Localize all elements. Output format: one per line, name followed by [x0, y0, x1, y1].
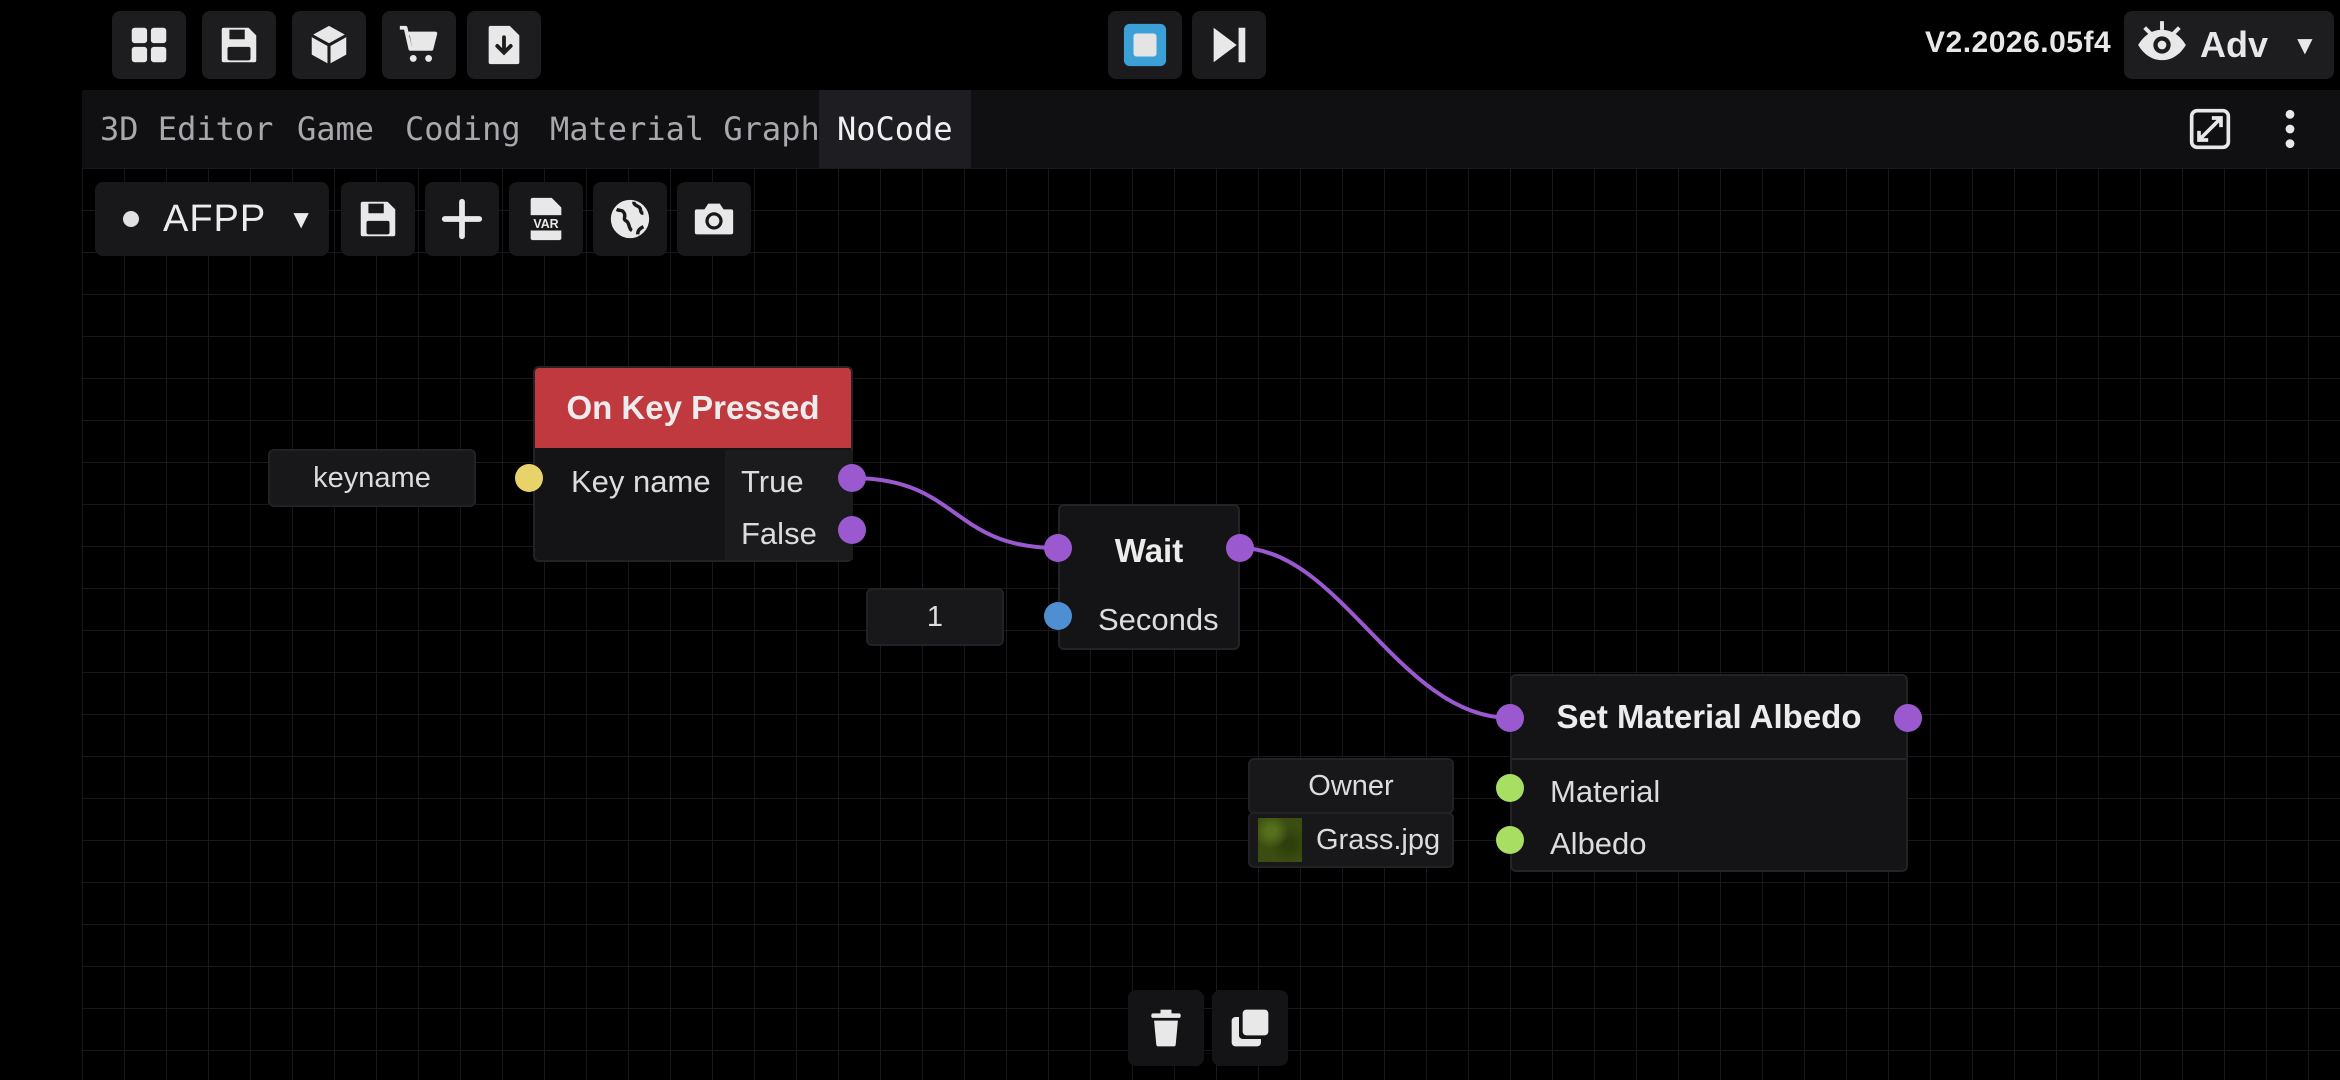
graph-selector[interactable]: AFPP ▼: [95, 182, 329, 256]
node-title: Set Material Albedo: [1512, 676, 1906, 760]
import-file-icon: [488, 25, 520, 65]
apps-grid-button[interactable]: [112, 11, 186, 79]
mode-label: Adv: [2200, 24, 2269, 65]
node-set-material-albedo[interactable]: Set Material Albedo Material Albedo: [1510, 674, 1908, 872]
more-options-button[interactable]: [2260, 102, 2320, 156]
plus-icon: [441, 198, 483, 240]
albedo-texture-input[interactable]: Grass.jpg: [1248, 812, 1454, 868]
expand-icon: [2189, 108, 2231, 150]
output-port-flow[interactable]: [1226, 534, 1254, 562]
output-label: False: [741, 516, 817, 551]
add-node-button[interactable]: [425, 182, 499, 256]
save-project-button[interactable]: [202, 11, 276, 79]
camera-icon: [694, 203, 734, 235]
editor-tabs: 3D Editor Game Coding Material Graph NoC…: [82, 90, 2340, 168]
save-icon: [360, 201, 396, 237]
globe-icon: [610, 199, 650, 239]
input-label: Albedo: [1550, 826, 1647, 861]
save-icon: [221, 27, 257, 63]
var-file-icon: VAR: [526, 197, 566, 241]
store-button[interactable]: [382, 11, 456, 79]
save-graph-button[interactable]: [341, 182, 415, 256]
input-label: Material: [1550, 774, 1661, 809]
import-button[interactable]: [467, 11, 541, 79]
output-label: True: [741, 464, 804, 499]
material-input[interactable]: Owner: [1248, 758, 1454, 814]
input-label: Seconds: [1098, 602, 1219, 637]
cube-icon: [311, 25, 347, 65]
input-port[interactable]: [515, 464, 543, 492]
trash-icon: [1151, 1009, 1181, 1047]
input-label: Key name: [571, 464, 711, 499]
keyname-input[interactable]: keyname: [268, 449, 476, 507]
input-port-seconds[interactable]: [1044, 602, 1072, 630]
stop-button[interactable]: [1108, 11, 1182, 79]
more-vertical-icon: [2285, 109, 2295, 149]
input-port-flow[interactable]: [1496, 704, 1524, 732]
seconds-input[interactable]: 1: [866, 588, 1004, 646]
texture-name: Grass.jpg: [1316, 823, 1441, 856]
cart-icon: [399, 25, 438, 62]
grid-icon: [131, 27, 167, 63]
variables-button[interactable]: VAR: [509, 182, 583, 256]
input-port-material[interactable]: [1496, 774, 1524, 802]
screenshot-button[interactable]: [677, 182, 751, 256]
global-graph-button[interactable]: [593, 182, 667, 256]
step-forward-button[interactable]: [1192, 11, 1266, 79]
top-toolbar: V2.2026.05f4 Adv ▼: [0, 0, 2340, 88]
input-port-flow[interactable]: [1044, 534, 1072, 562]
version-label: V2.2026.05f4: [1925, 26, 2112, 59]
duplicate-node-button[interactable]: [1212, 990, 1288, 1066]
eye-icon: [2138, 21, 2186, 61]
output-port-true[interactable]: [838, 464, 866, 492]
tab-game[interactable]: Game: [279, 90, 392, 168]
stop-icon: [1123, 23, 1167, 67]
graph-status-dot: [123, 211, 139, 227]
copy-icon: [1231, 1009, 1269, 1047]
texture-thumbnail: [1258, 818, 1302, 862]
chevron-down-icon: ▼: [288, 203, 314, 234]
tab-material-graph[interactable]: Material Graph: [532, 90, 838, 168]
output-port-false[interactable]: [838, 516, 866, 544]
chevron-down-icon: ▼: [2292, 29, 2318, 60]
svg-text:VAR: VAR: [533, 217, 558, 231]
mode-selector[interactable]: Adv ▼: [2124, 11, 2334, 79]
input-port-albedo[interactable]: [1496, 826, 1524, 854]
output-port-flow[interactable]: [1894, 704, 1922, 732]
node-title: Wait: [1114, 532, 1184, 569]
assets-button[interactable]: [292, 11, 366, 79]
node-on-key-pressed[interactable]: On Key Pressed Key name True False: [533, 366, 853, 562]
step-forward-icon: [1213, 27, 1246, 63]
graph-name: AFPP: [163, 197, 267, 240]
tab-nocode[interactable]: NoCode: [819, 90, 971, 168]
tab-3d-editor[interactable]: 3D Editor: [82, 90, 291, 168]
node-title: On Key Pressed: [535, 368, 851, 448]
fullscreen-button[interactable]: [2180, 102, 2240, 156]
node-wait[interactable]: Wait Seconds: [1058, 504, 1240, 650]
tab-coding[interactable]: Coding: [387, 90, 539, 168]
delete-node-button[interactable]: [1128, 990, 1204, 1066]
